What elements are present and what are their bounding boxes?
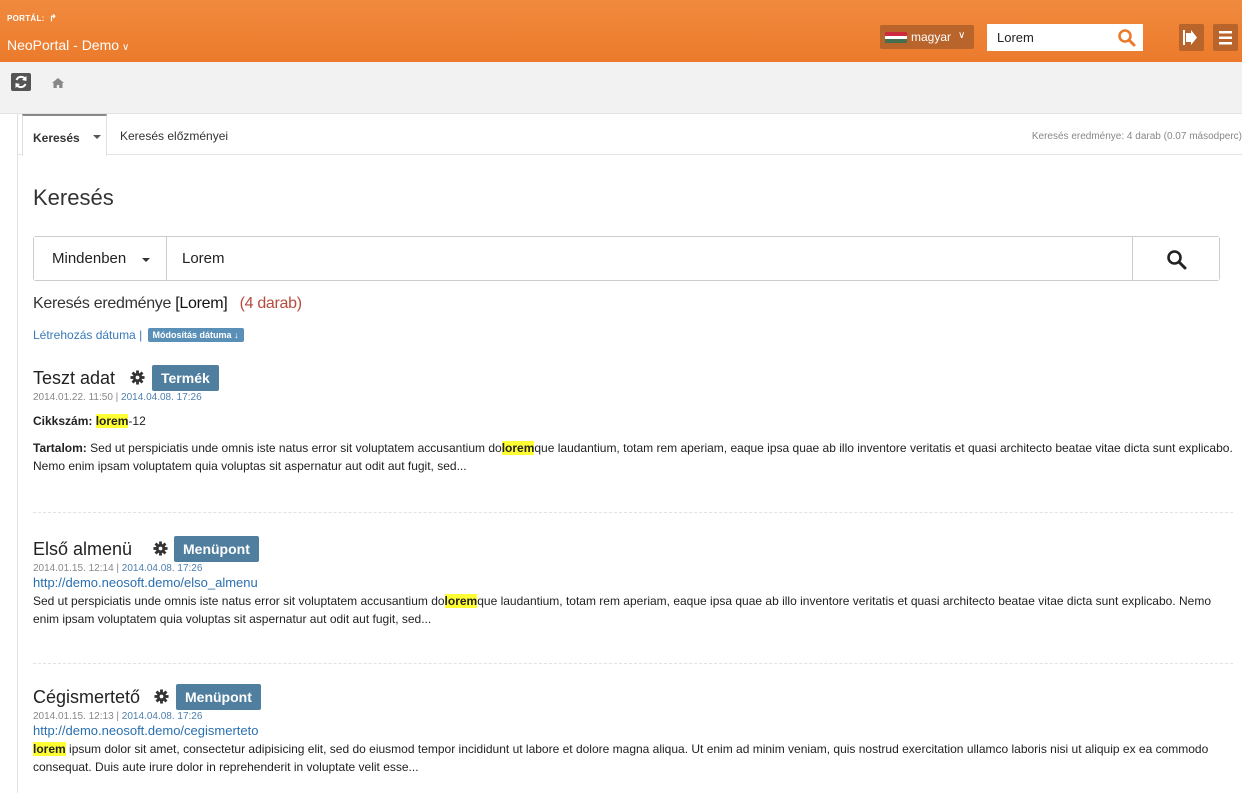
type-badge: Menüpont <box>176 684 261 710</box>
result-url-link[interactable]: http://demo.neosoft.demo/elso_almenu <box>33 575 1233 590</box>
result-dates: 2014.01.22. 11:50 | 2014.04.08. 17:26 <box>33 392 202 403</box>
home-icon[interactable] <box>52 78 64 88</box>
result-item: Teszt adat Termék 2014.01.22. 11:50 | 20… <box>33 365 1233 475</box>
language-selector[interactable]: magyar ∨ <box>880 25 974 49</box>
chevron-down-icon: ∨ <box>122 42 130 53</box>
result-title-link[interactable]: Teszt adat <box>33 368 115 389</box>
result-url-link[interactable]: http://demo.neosoft.demo/cegismerteto <box>33 723 1233 738</box>
results-term: [Lorem] <box>175 295 228 312</box>
logout-icon <box>1183 30 1197 45</box>
share-icon: ↱ <box>49 13 58 23</box>
hungary-flag-icon <box>885 32 907 43</box>
search-scope-dropdown[interactable]: Mindenben <box>34 237 167 280</box>
portal-switcher[interactable]: NeoPortal - Demo ∨ <box>7 37 129 53</box>
results-header: Keresés eredménye [Lorem] (4 darab) <box>33 295 303 312</box>
tab-search-history[interactable]: Keresés előzményei <box>120 129 228 143</box>
result-snippet: Sed ut perspiciatis unde omnis iste natu… <box>33 594 1211 626</box>
result-snippet: lorem ipsum dolor sit amet, consectetur … <box>33 742 1209 774</box>
portal-label: PORTÁL: ↱ <box>7 13 58 23</box>
caret-down-icon <box>142 258 150 262</box>
chevron-down-icon: ∨ <box>958 30 966 41</box>
top-search-input[interactable] <box>987 24 1112 51</box>
type-badge: Termék <box>152 365 219 391</box>
result-divider <box>33 512 1233 513</box>
content-panel: Keresés Keresés előzményei Keresés eredm… <box>17 114 1242 793</box>
gear-icon[interactable] <box>153 541 168 556</box>
result-title-link[interactable]: Első almenü <box>33 539 132 560</box>
sort-by-modified-button[interactable]: Módosítás dátuma ↓ <box>147 328 244 342</box>
result-item: Első almenü Menüpont 2014.01.15. 12:14 |… <box>33 536 1233 628</box>
result-summary: Keresés eredménye: 4 darab (0.07 másodpe… <box>1031 131 1242 142</box>
results-count: (4 darab) <box>239 295 303 312</box>
sort-options: Létrehozás dátuma | Módosítás dátuma ↓ <box>33 328 244 343</box>
sort-by-created-link[interactable]: Létrehozás dátuma <box>33 328 136 342</box>
tab-search[interactable]: Keresés <box>22 114 107 156</box>
tab-bar: Keresés Keresés előzményei Keresés eredm… <box>18 114 1242 156</box>
top-search-box <box>987 24 1143 51</box>
result-divider <box>33 663 1233 664</box>
result-dates: 2014.01.15. 12:13 | 2014.04.08. 17:26 <box>33 711 203 722</box>
hamburger-icon <box>1219 31 1232 45</box>
search-icon <box>1167 250 1187 270</box>
result-snippet: Tartalom: Sed ut perspiciatis unde omnis… <box>33 441 1233 473</box>
gear-icon[interactable] <box>154 689 169 704</box>
page-title: Keresés <box>33 185 114 210</box>
gear-icon[interactable] <box>130 370 145 385</box>
toolbar <box>0 62 1242 114</box>
caret-down-icon <box>93 135 101 139</box>
result-field: Cikkszám: lorem-12 <box>33 414 146 428</box>
result-item: Cégismertető Menüpont 2014.01.15. 12:13 … <box>33 684 1233 776</box>
arrow-down-icon: ↓ <box>234 330 239 340</box>
refresh-button[interactable] <box>11 73 31 91</box>
result-title-link[interactable]: Cégismertető <box>33 687 140 708</box>
menu-button[interactable] <box>1213 24 1238 51</box>
type-badge: Menüpont <box>174 536 259 562</box>
search-button[interactable] <box>1132 237 1219 280</box>
result-dates: 2014.01.15. 12:14 | 2014.04.08. 17:26 <box>33 563 203 574</box>
search-input[interactable] <box>168 237 1132 280</box>
logout-button[interactable] <box>1179 24 1204 51</box>
search-group: Mindenben <box>33 236 1220 281</box>
refresh-icon <box>15 75 27 89</box>
search-icon[interactable] <box>1117 28 1137 48</box>
top-navbar: PORTÁL: ↱ NeoPortal - Demo ∨ magyar ∨ <box>0 0 1242 62</box>
